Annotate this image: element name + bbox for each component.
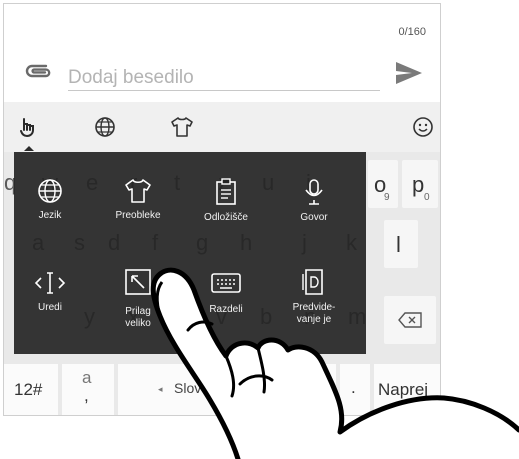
enter-key[interactable]: Naprej (374, 364, 440, 415)
menu-item-skins[interactable]: Preobleke (98, 178, 178, 222)
backspace-key[interactable] (384, 296, 436, 344)
character-counter: 0/160 (398, 26, 426, 38)
shirt-icon (125, 179, 151, 203)
numbers-key-label: 12# (14, 380, 43, 399)
split-keyboard-icon (211, 273, 241, 293)
toolbar-active-indicator (24, 146, 34, 151)
send-icon[interactable] (394, 60, 424, 86)
menu-item-clipboard[interactable]: Odložišče (186, 178, 266, 224)
message-input[interactable]: Dodaj besedilo (68, 67, 194, 89)
clipboard-icon (216, 178, 236, 205)
key-l: l (396, 232, 401, 257)
menu-item-edit-label: Uredi (38, 302, 62, 313)
toolbar-menu-overlay: Jezik Preobleke Odložišče Govor Uredi Pr… (14, 152, 366, 354)
comma-key-top: a (82, 368, 92, 387)
emoji-icon[interactable] (412, 116, 434, 138)
keyboard-toolbar (4, 102, 440, 153)
menu-item-prediction-label-2: vanje je (296, 314, 332, 325)
menu-item-split[interactable]: Razdeli (186, 272, 266, 316)
paperclip-icon[interactable] (24, 62, 54, 80)
backspace-icon (398, 312, 422, 328)
space-key[interactable]: ◂ Slovenščina ▸ (118, 364, 336, 415)
menu-item-prediction-label-1: Predvide- (292, 302, 336, 313)
touch-hand-icon[interactable] (18, 116, 40, 138)
microphone-small-icon[interactable] (310, 368, 320, 382)
period-key-label: . (351, 378, 356, 397)
microphone-icon (305, 179, 323, 205)
comma-key[interactable]: a , (62, 364, 114, 415)
globe-icon (38, 179, 62, 203)
menu-item-prediction[interactable]: Predvide- vanje je (274, 268, 354, 326)
menu-item-language-label: Jezik (38, 210, 62, 221)
menu-item-skins-label: Preobleke (115, 210, 161, 221)
menu-item-resize-label-2: veliko (125, 318, 151, 329)
menu-item-split-label: Razdeli (209, 304, 243, 315)
keyboard: q w e r t z u i o 9 p 0 a s d f g h j k … (4, 152, 440, 415)
key-p-box[interactable]: p 0 (402, 160, 438, 208)
prediction-icon (302, 269, 323, 295)
menu-item-voice-label: Govor (300, 212, 328, 223)
menu-item-resize-label-1: Prilag (125, 306, 151, 317)
numbers-key[interactable]: 12# (4, 364, 58, 415)
key-o-box[interactable]: o 9 (368, 160, 398, 208)
key-l-box[interactable]: l (384, 220, 418, 268)
arrow-right-icon: ▸ (284, 384, 289, 394)
globe-icon[interactable] (94, 116, 116, 138)
resize-icon (125, 269, 151, 295)
menu-item-voice[interactable]: Govor (274, 178, 354, 224)
key-o-sub: 9 (384, 192, 390, 203)
arrow-left-icon: ◂ (158, 384, 163, 394)
period-key[interactable]: . (340, 364, 370, 415)
key-p: p (412, 172, 425, 197)
compose-area: 0/160 Dodaj besedilo (4, 4, 440, 102)
enter-key-label: Naprej (378, 380, 429, 399)
menu-item-edit[interactable]: Uredi (10, 270, 90, 314)
space-key-label: Slovenščina (174, 380, 250, 396)
phone-screen: 0/160 Dodaj besedilo q o 9 p 0 l 12# a ,… (3, 3, 441, 416)
menu-item-resize[interactable]: Prilag veliko (98, 268, 178, 330)
input-underline (68, 90, 380, 91)
menu-item-clipboard-label: Odložišče (204, 212, 248, 223)
text-cursor-icon (34, 272, 66, 294)
comma-key-bottom: , (84, 386, 89, 405)
menu-item-language[interactable]: Jezik (10, 178, 90, 222)
shirt-icon[interactable] (170, 116, 194, 138)
key-p-sub: 0 (424, 192, 430, 203)
